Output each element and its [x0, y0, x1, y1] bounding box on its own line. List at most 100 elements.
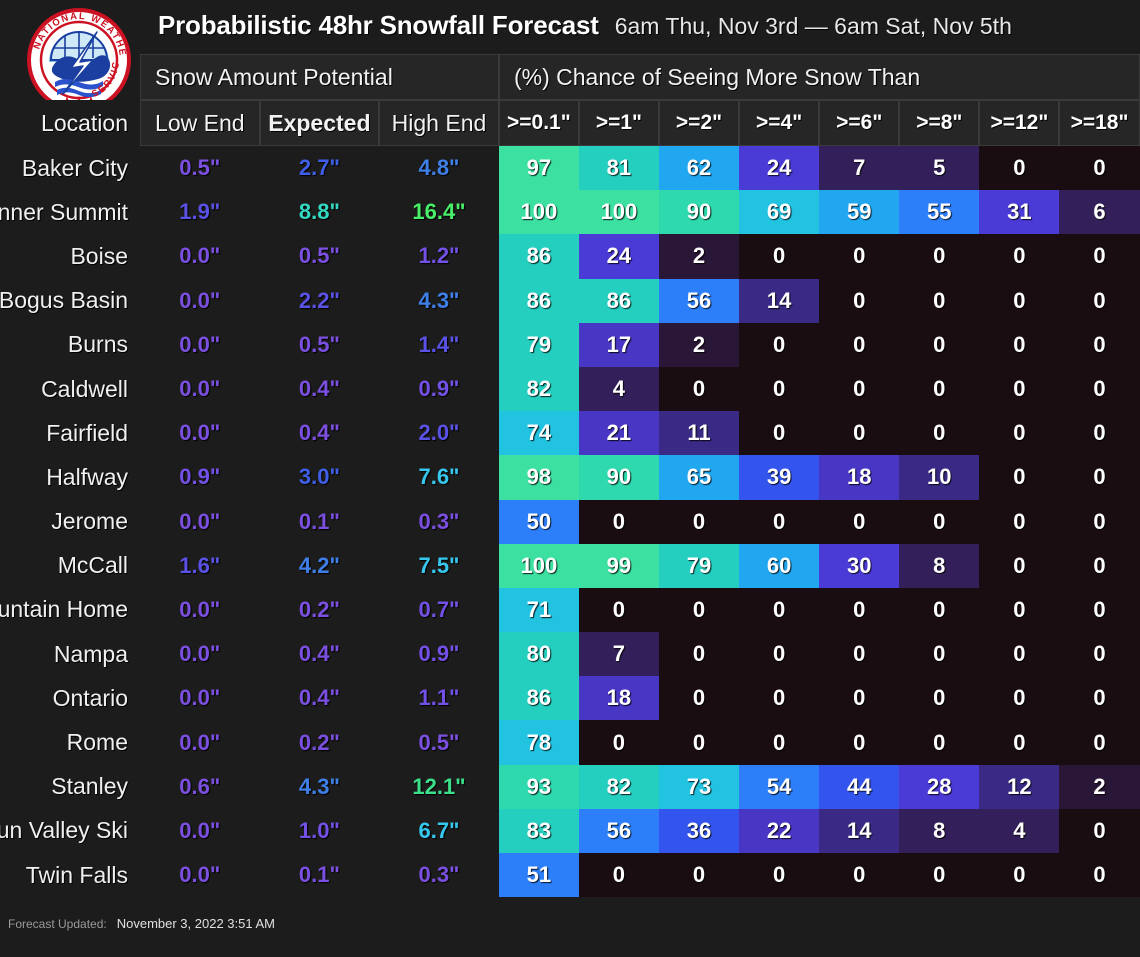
cell-probability-0: 51 — [498, 853, 579, 898]
cell-probability-1: 4 — [578, 366, 659, 412]
cell-probability-2: 0 — [658, 853, 740, 898]
cell-probability-2: 79 — [658, 543, 740, 588]
cell-probability-0: 98 — [498, 455, 579, 500]
column-header-threshold-6: >=12" — [979, 100, 1060, 146]
page-header: NATIONAL WEATHER SERVICE Probabilistic 4… — [0, 0, 1140, 112]
cell-probability-7: 0 — [1059, 278, 1140, 323]
cell-probability-7: 0 — [1059, 499, 1140, 544]
cell-probability-5: 0 — [899, 587, 980, 633]
cell-probability-6: 0 — [979, 411, 1060, 456]
updated-label: Forecast Updated: — [8, 917, 107, 931]
cell-probability-6: 0 — [979, 587, 1060, 633]
cell-amount-expected: 3.0" — [298, 464, 340, 490]
cell-amount-low: 0.5" — [179, 155, 221, 181]
cell-probability-3: 0 — [739, 234, 820, 279]
cell-probability-0: 78 — [498, 720, 579, 765]
cell-probability-4: 0 — [819, 322, 900, 367]
cell-probability-5: 8 — [899, 808, 980, 853]
cell-probability-6: 0 — [979, 853, 1060, 898]
cell-probability-7: 0 — [1059, 543, 1140, 588]
column-header-threshold-2: >=2" — [658, 100, 740, 146]
cell-amount-low: 0.0" — [179, 331, 221, 357]
cell-probability-0: 50 — [498, 499, 579, 544]
cell-amount-expected: 0.2" — [298, 729, 340, 755]
cell-amount-low: 0.0" — [179, 243, 221, 269]
cell-probability-7: 0 — [1059, 322, 1140, 367]
cell-probability-6: 4 — [979, 808, 1060, 853]
cell-probability-6: 12 — [979, 764, 1060, 809]
cell-amount-expected: 8.8" — [298, 199, 340, 225]
cell-location: Boise — [70, 242, 128, 269]
cell-probability-1: 0 — [578, 720, 659, 765]
cell-probability-4: 0 — [819, 499, 900, 544]
cell-probability-2: 0 — [658, 499, 740, 544]
nws-logo: NATIONAL WEATHER SERVICE — [23, 0, 131, 112]
cell-amount-high: 1.4" — [418, 331, 460, 357]
cell-probability-5: 28 — [899, 764, 980, 809]
table-row: Baker City 0.5" 2.7" 4.8" 97 81 62 24 7 5 0 0 — [0, 146, 1140, 191]
cell-probability-6: 0 — [979, 366, 1060, 412]
cell-probability-6: 31 — [979, 190, 1060, 235]
cell-amount-high: 0.7" — [418, 596, 460, 622]
nws-seal-icon: NATIONAL WEATHER SERVICE — [23, 0, 131, 112]
cell-amount-expected: 0.5" — [298, 243, 340, 269]
cell-amount-high: 1.1" — [418, 685, 460, 711]
column-header-threshold-5: >=8" — [899, 100, 980, 146]
page-title: Probabilistic 48hr Snowfall Forecast — [158, 10, 599, 40]
cell-amount-high: 0.9" — [418, 641, 460, 667]
cell-location: Ontario — [52, 684, 128, 711]
cell-probability-3: 69 — [739, 190, 820, 235]
table-row: McCall 1.6" 4.2" 7.5" 100 99 79 60 30 8 0 0 — [0, 543, 1140, 588]
cell-probability-1: 24 — [578, 234, 659, 279]
cell-amount-high: 0.3" — [418, 508, 460, 534]
cell-probability-3: 54 — [739, 764, 820, 809]
cell-location: Baker City — [21, 154, 128, 181]
cell-probability-4: 18 — [819, 455, 900, 500]
cell-amount-expected: 0.4" — [298, 420, 340, 446]
cell-amount-high: 4.3" — [418, 287, 460, 313]
cell-amount-low: 0.0" — [179, 862, 221, 888]
cell-amount-low: 0.0" — [179, 287, 221, 313]
cell-probability-5: 0 — [899, 278, 980, 323]
cell-location: Banner Summit — [0, 198, 128, 225]
cell-amount-high: 0.9" — [418, 376, 460, 402]
cell-probability-1: 99 — [578, 543, 659, 588]
cell-probability-2: 2 — [658, 234, 740, 279]
table-row: Fairfield 0.0" 0.4" 2.0" 74 21 11 0 0 0 0 0 — [0, 411, 1140, 456]
cell-amount-low: 1.9" — [179, 199, 221, 225]
cell-probability-0: 86 — [498, 676, 579, 721]
cell-probability-1: 82 — [578, 764, 659, 809]
column-header-expected: Expected — [259, 100, 380, 146]
cell-location: Sun Valley Ski — [0, 817, 128, 844]
cell-probability-3: 22 — [739, 808, 820, 853]
cell-probability-3: 0 — [739, 587, 820, 633]
cell-probability-4: 0 — [819, 632, 900, 677]
updated-timestamp: November 3, 2022 3:51 AM — [116, 916, 275, 931]
cell-probability-2: 36 — [658, 808, 740, 853]
cell-probability-7: 0 — [1059, 587, 1140, 633]
cell-probability-7: 0 — [1059, 455, 1140, 500]
cell-probability-6: 0 — [979, 499, 1060, 544]
cell-amount-low: 0.0" — [179, 508, 221, 534]
cell-probability-5: 8 — [899, 543, 980, 588]
cell-probability-0: 79 — [498, 322, 579, 367]
cell-probability-5: 0 — [899, 366, 980, 412]
cell-amount-high: 6.7" — [418, 817, 460, 843]
cell-probability-0: 97 — [498, 146, 579, 191]
cell-probability-1: 86 — [578, 278, 659, 323]
cell-location: Stanley — [51, 773, 128, 800]
cell-probability-4: 0 — [819, 366, 900, 412]
cell-probability-5: 5 — [899, 146, 980, 191]
cell-probability-7: 0 — [1059, 146, 1140, 191]
table-row: Ontario 0.0" 0.4" 1.1" 86 18 0 0 0 0 0 0 — [0, 676, 1140, 721]
cell-amount-expected: 0.2" — [298, 596, 340, 622]
cell-probability-0: 86 — [498, 278, 579, 323]
cell-probability-0: 82 — [498, 366, 579, 412]
cell-location: McCall — [57, 552, 128, 579]
cell-amount-expected: 2.7" — [298, 155, 340, 181]
cell-probability-7: 0 — [1059, 720, 1140, 765]
cell-amount-low: 0.0" — [179, 376, 221, 402]
column-header-low-end: Low End — [140, 100, 260, 146]
cell-probability-4: 0 — [819, 234, 900, 279]
cell-probability-3: 24 — [739, 146, 820, 191]
